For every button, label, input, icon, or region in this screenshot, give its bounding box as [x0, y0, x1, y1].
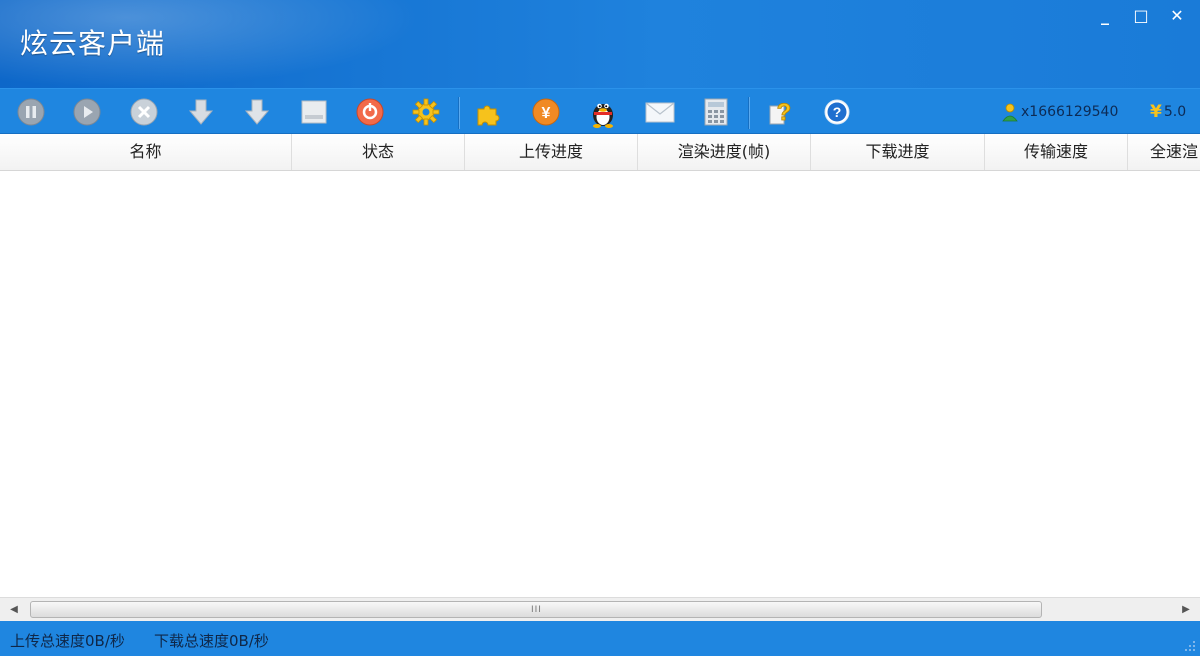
upload-button[interactable]: [184, 95, 218, 129]
scrollbar-thumb[interactable]: III: [30, 601, 1042, 618]
download-button[interactable]: [240, 95, 274, 129]
minimize-icon: _: [1101, 5, 1109, 25]
status-bar: 上传总速度0B/秒 下载总速度0B/秒: [0, 621, 1200, 656]
arrow-right-icon: ▶: [1182, 604, 1190, 615]
arrow-left-icon: ◀: [10, 604, 18, 615]
svg-text:¥: ¥: [542, 105, 551, 122]
horizontal-scrollbar[interactable]: ◀ III ▶: [0, 597, 1200, 621]
toolbar-separator: [748, 97, 750, 129]
column-header-full-speed-render[interactable]: 全速渲: [1128, 134, 1200, 170]
help-doc-button[interactable]: ?: [763, 95, 797, 129]
help-doc-icon: ?: [769, 99, 792, 126]
stop-icon: [356, 98, 384, 126]
settings-icon: [412, 98, 440, 126]
task-list[interactable]: [0, 171, 1200, 597]
toolbar: ¥ ? ? x1666129540 ¥ 5.0: [0, 88, 1200, 134]
scroll-right-button[interactable]: ▶: [1174, 598, 1198, 621]
account-info[interactable]: x1666129540: [1002, 101, 1118, 123]
help-button[interactable]: ?: [820, 95, 854, 129]
toolbar-separator: [458, 97, 460, 129]
image-button[interactable]: [297, 95, 331, 129]
pause-button[interactable]: [14, 95, 48, 129]
balance-info[interactable]: ¥ 5.0: [1150, 101, 1186, 123]
column-header-render-progress[interactable]: 渲染进度(帧): [638, 134, 811, 170]
column-header-name[interactable]: 名称: [0, 134, 292, 170]
start-button[interactable]: [70, 95, 104, 129]
svg-text:?: ?: [777, 99, 792, 126]
column-header-download-progress[interactable]: 下载进度: [811, 134, 985, 170]
delete-button[interactable]: [127, 95, 161, 129]
grip-icon: III: [531, 605, 542, 615]
minimize-button[interactable]: _: [1091, 4, 1119, 26]
qq-button[interactable]: [586, 95, 620, 129]
qq-icon: [593, 103, 613, 128]
mail-button[interactable]: [643, 95, 677, 129]
calculator-icon: [704, 98, 728, 126]
download-total-speed: 下载总速度0B/秒: [154, 632, 269, 650]
resize-grip-icon[interactable]: [1184, 640, 1196, 652]
help-icon: ?: [824, 99, 850, 125]
upload-icon: [188, 99, 214, 125]
svg-text:?: ?: [833, 104, 842, 120]
user-icon: [1002, 103, 1018, 122]
delete-icon: [130, 98, 158, 126]
title-bar: 炫云客户端 _ □ ✕: [0, 0, 1200, 88]
stop-button[interactable]: [353, 95, 387, 129]
account-name: x1666129540: [1021, 104, 1119, 120]
download-icon: [244, 99, 270, 125]
app-title: 炫云客户端: [20, 27, 166, 60]
settings-button[interactable]: [409, 95, 443, 129]
close-icon: ✕: [1170, 5, 1184, 25]
table-header: 名称 状态 上传进度 渲染进度(帧) 下载进度 传输速度 全速渲: [0, 134, 1200, 171]
maximize-button[interactable]: □: [1127, 4, 1155, 26]
recharge-icon: ¥: [532, 98, 560, 126]
balance-value: 5.0: [1163, 104, 1187, 120]
recharge-button[interactable]: ¥: [529, 95, 563, 129]
pause-icon: [17, 98, 45, 126]
plugin-icon: [477, 105, 500, 126]
close-button[interactable]: ✕: [1163, 4, 1191, 26]
scroll-left-button[interactable]: ◀: [2, 598, 26, 621]
plugin-button[interactable]: [472, 95, 506, 129]
upload-total-speed: 上传总速度0B/秒: [10, 632, 125, 650]
column-header-status[interactable]: 状态: [292, 134, 465, 170]
mail-icon: [645, 102, 675, 123]
play-icon: [73, 98, 101, 126]
column-header-transfer-speed[interactable]: 传输速度: [985, 134, 1128, 170]
yuan-icon: ¥: [1150, 102, 1162, 122]
calculator-button[interactable]: [699, 95, 733, 129]
image-icon: [301, 100, 327, 124]
column-header-upload-progress[interactable]: 上传进度: [465, 134, 638, 170]
maximize-icon: □: [1133, 5, 1149, 25]
